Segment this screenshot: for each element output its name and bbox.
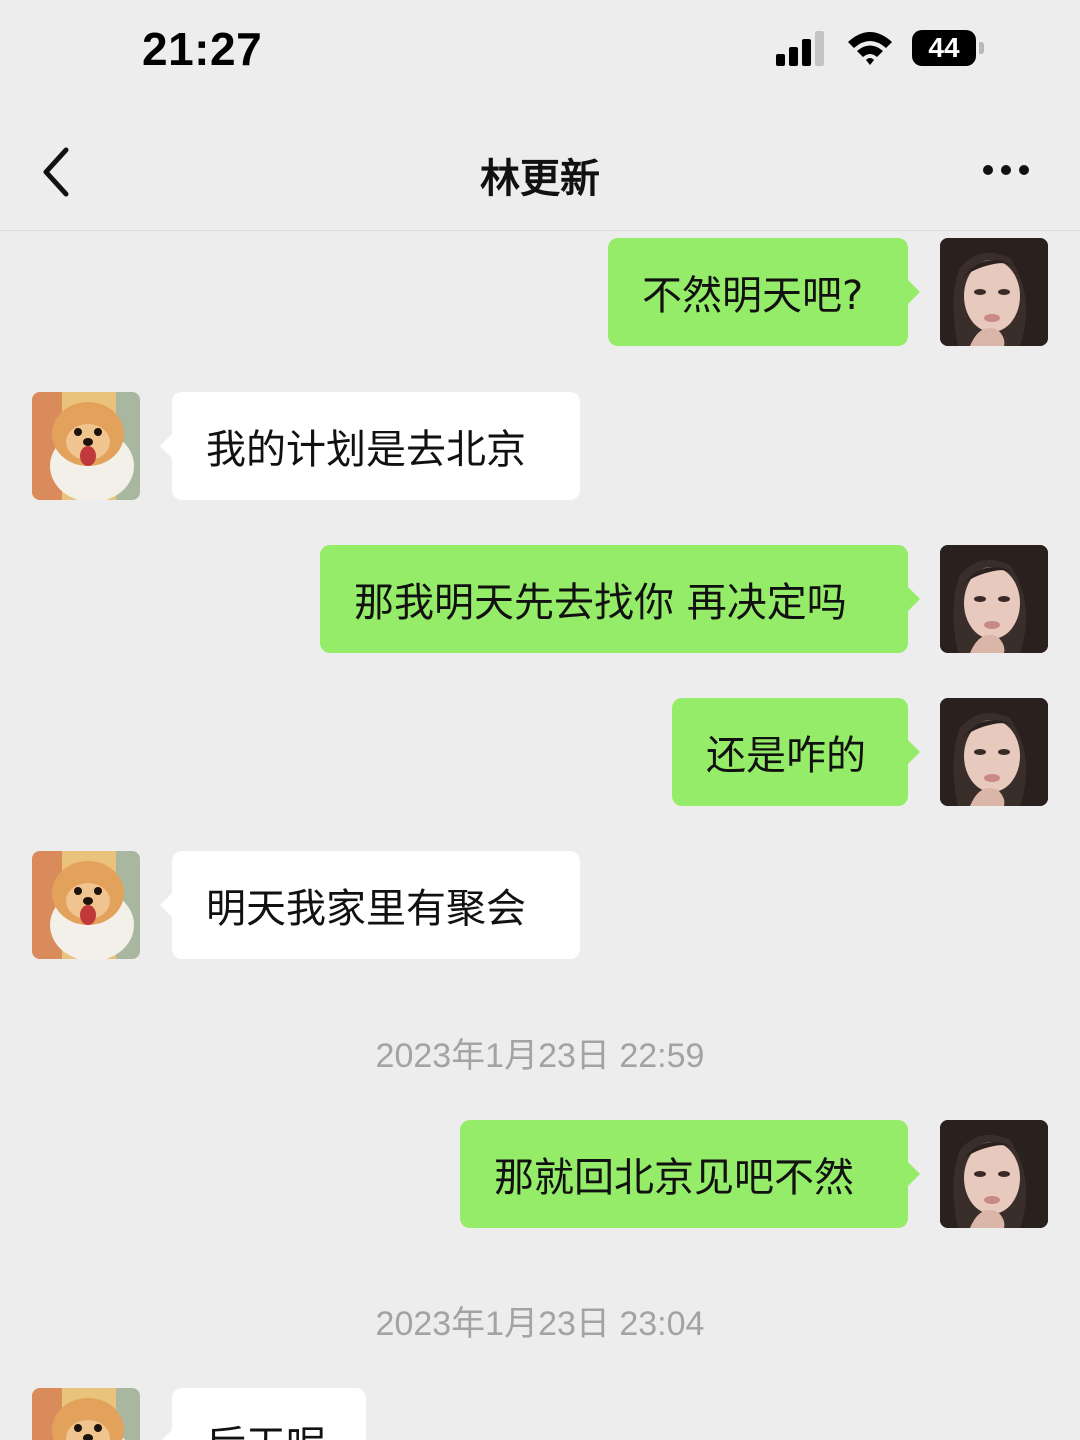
message-text: 不然明天吧? <box>642 273 864 319</box>
message-bubble-incoming[interactable]: 明天我家里有聚会 <box>160 851 580 959</box>
message-text: 那就回北京见吧不然 <box>494 1155 854 1201</box>
message-bubble-outgoing[interactable]: 那就回北京见吧不然 <box>460 1120 920 1228</box>
contact-avatar[interactable] <box>32 1388 140 1440</box>
message-text: 我的计划是去北京 <box>206 427 526 473</box>
status-bar: 21:27 44 <box>0 0 1080 110</box>
message-text: 明天我家里有聚会 <box>206 886 526 932</box>
battery-level: 44 <box>928 32 960 63</box>
message-bubble-incoming[interactable]: 我的计划是去北京 <box>160 392 580 500</box>
more-options-button[interactable] <box>978 158 1034 182</box>
cellular-signal-icon <box>776 31 824 66</box>
pomeranian-dog-icon <box>32 1388 140 1440</box>
my-avatar[interactable] <box>940 238 1048 346</box>
portrait-icon <box>940 238 1048 346</box>
message-text: 那我明天先去找你 再决定吗 <box>354 580 847 626</box>
portrait-icon <box>940 1120 1048 1228</box>
wifi-icon <box>848 32 892 65</box>
message-text: 后天呢 <box>206 1413 326 1440</box>
portrait-icon <box>940 698 1048 806</box>
message-bubble-incoming[interactable]: 后天呢 <box>160 1388 366 1440</box>
my-avatar[interactable] <box>940 1120 1048 1228</box>
contact-avatar[interactable] <box>32 851 140 959</box>
message-text: 还是咋的 <box>706 733 866 779</box>
message-timestamp: 2023年1月23日 23:04 <box>375 1305 705 1343</box>
battery-tip <box>979 42 984 54</box>
message-bubble-outgoing[interactable]: 还是咋的 <box>672 698 920 806</box>
portrait-icon <box>940 545 1048 653</box>
status-time: 21:27 <box>142 23 263 75</box>
chat-screen: 21:27 44 林更新 不然明天吧? 我的计划是去北京 那我明天先去找你 再决… <box>0 0 1080 1440</box>
my-avatar[interactable] <box>940 698 1048 806</box>
my-avatar[interactable] <box>940 545 1048 653</box>
message-bubble-outgoing[interactable]: 那我明天先去找你 再决定吗 <box>320 545 920 653</box>
chat-title: 林更新 <box>480 156 600 202</box>
message-timestamp: 2023年1月23日 22:59 <box>375 1037 705 1075</box>
pomeranian-dog-icon <box>32 392 140 500</box>
battery-icon: 44 <box>912 30 976 66</box>
chat-header: 林更新 <box>0 110 1080 231</box>
message-bubble-outgoing[interactable]: 不然明天吧? <box>608 238 920 346</box>
contact-avatar[interactable] <box>32 392 140 500</box>
pomeranian-dog-icon <box>32 851 140 959</box>
